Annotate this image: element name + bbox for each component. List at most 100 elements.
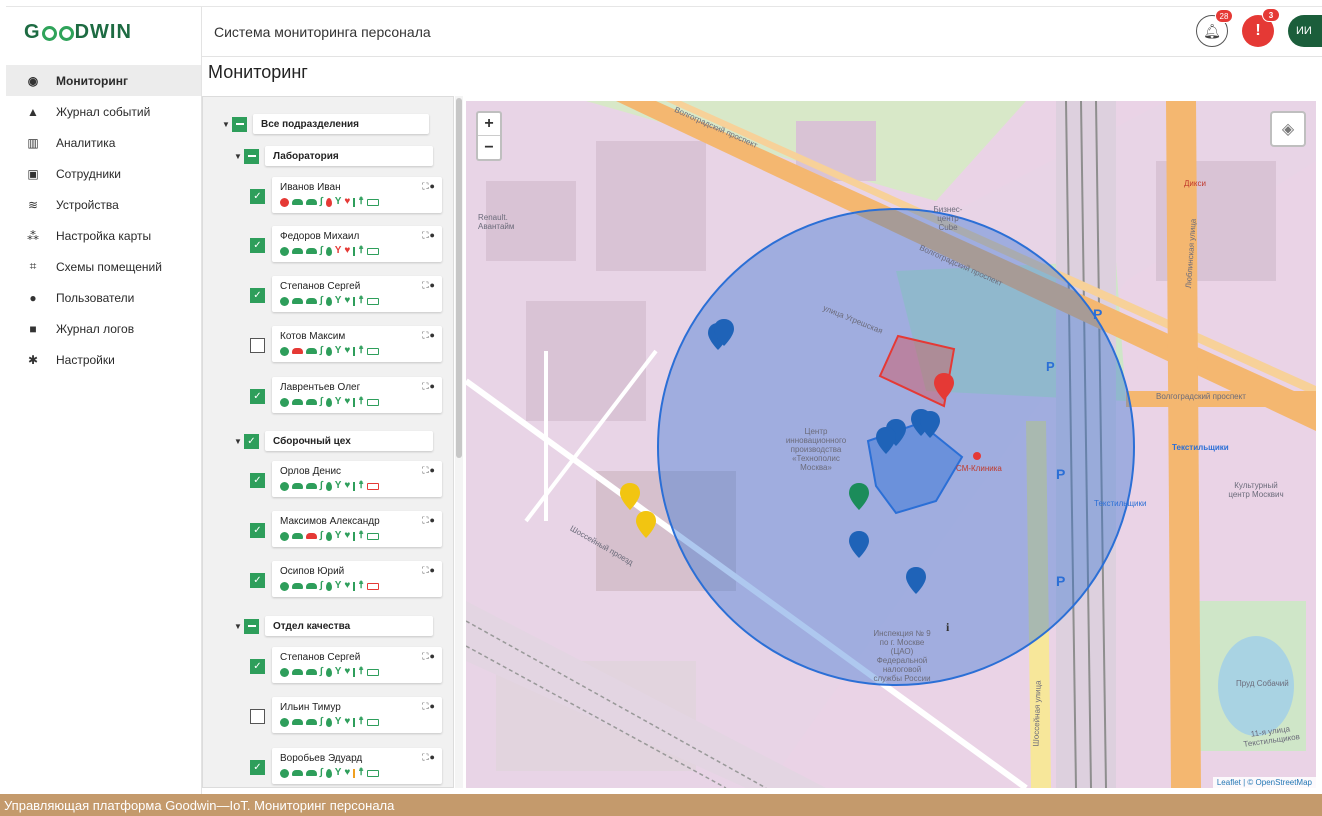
map-label-poi: Пруд Собачий xyxy=(1236,679,1289,688)
person-checkbox[interactable]: ✓ xyxy=(250,760,265,775)
sidebar-item-label: Журнал логов xyxy=(56,321,135,336)
online-icon xyxy=(280,346,289,356)
group-checkbox[interactable] xyxy=(244,148,259,164)
collapse-arrow-icon[interactable]: ▼ xyxy=(222,120,232,129)
tree-group-assembly[interactable]: ▼ ✓ Сборочный цех xyxy=(234,431,433,451)
person-checkbox[interactable]: ✓ xyxy=(250,523,265,538)
sidebar-item-label: Настройка карты xyxy=(56,228,152,243)
sidebar-item-devices[interactable]: ≋ Устройства xyxy=(6,189,201,220)
sidebar-item-label: Пользователи xyxy=(56,290,135,305)
gas-icon xyxy=(292,199,303,205)
temperature-icon: ∫ xyxy=(320,396,323,407)
map-attribution[interactable]: Leaflet | © OpenStreetMap xyxy=(1212,777,1316,788)
tree-scrollbar[interactable] xyxy=(455,96,463,788)
group-checkbox[interactable] xyxy=(244,618,259,634)
battery-icon xyxy=(366,347,379,355)
locate-person-icon[interactable]: ⛶● xyxy=(422,701,436,712)
person-name: Ильин Тимур xyxy=(280,702,341,713)
scrollbar-thumb[interactable] xyxy=(456,98,462,458)
gas-icon xyxy=(292,348,303,354)
map-label-station: Текстильщики xyxy=(1094,499,1147,508)
id-card-icon: ▣ xyxy=(27,166,39,181)
sidebar-item-employees[interactable]: ▣ Сотрудники xyxy=(6,158,201,189)
temperature-icon: ∫ xyxy=(320,345,323,356)
zoom-in-button[interactable]: + xyxy=(478,113,500,136)
floorplan-icon: ⌗ xyxy=(29,259,37,273)
zoom-out-button[interactable]: − xyxy=(478,136,500,159)
fall-icon: ☨ xyxy=(358,480,364,491)
cloud-icon xyxy=(306,199,317,205)
sidebar-item-floorplans[interactable]: ⌗ Схемы помещений xyxy=(6,251,201,282)
person-checkbox[interactable]: ✓ xyxy=(250,473,265,488)
sidebar-item-events[interactable]: ▲ Журнал событий xyxy=(6,96,201,127)
gas-icon xyxy=(292,298,303,304)
signal-icon xyxy=(353,246,356,256)
person-checkbox[interactable]: ✓ xyxy=(250,189,265,204)
collapse-arrow-icon[interactable]: ▼ xyxy=(234,622,244,631)
sidebar-item-logs[interactable]: ■ Журнал логов xyxy=(6,313,201,344)
person-card[interactable]: Воробьев Эдуард ⛶● ∫ Y ♥ ☨ xyxy=(272,748,442,784)
battery-icon xyxy=(366,718,379,726)
person-card[interactable]: Максимов Александр ⛶● ∫ Y ♥ ☨ xyxy=(272,511,442,547)
logo[interactable]: G DWIN xyxy=(6,7,201,57)
bell-icon: ▲ xyxy=(27,104,39,119)
humidity-icon xyxy=(325,768,332,778)
person-checkbox[interactable]: ✓ xyxy=(250,659,265,674)
locate-person-icon[interactable]: ⛶● xyxy=(422,181,436,192)
person-checkbox[interactable]: ✓ xyxy=(250,238,265,253)
cloud-icon xyxy=(306,583,317,589)
person-card[interactable]: Иванов Иван ⛶● ∫ Y ♥ ☨ xyxy=(272,177,442,213)
person-card[interactable]: Осипов Юрий ⛶● ∫ Y ♥ ☨ xyxy=(272,561,442,597)
tree-group-quality[interactable]: ▼ Отдел качества xyxy=(234,616,433,636)
sidebar-item-settings[interactable]: ✱ Настройки xyxy=(6,344,201,375)
avatar[interactable]: ИИ xyxy=(1288,15,1322,47)
gas-icon xyxy=(292,533,303,539)
humidity-icon xyxy=(325,397,332,407)
person-card[interactable]: Котов Максим ⛶● ∫ Y ♥ ☨ xyxy=(272,326,442,362)
person-card[interactable]: Лаврентьев Олег ⛶● ∫ Y ♥ ☨ xyxy=(272,377,442,413)
sidebar-item-users[interactable]: ● Пользователи xyxy=(6,282,201,313)
sidebar-item-label: Устройства xyxy=(56,197,119,212)
sidebar-item-label: Мониторинг xyxy=(56,73,128,88)
sidebar-item-map-settings[interactable]: ⁂ Настройка карты xyxy=(6,220,201,251)
person-checkbox[interactable]: ✓ xyxy=(250,573,265,588)
sidebar-item-analytics[interactable]: ▥ Аналитика xyxy=(6,127,201,158)
person-card[interactable]: Степанов Сергей ⛶● ∫ Y ♥ ☨ xyxy=(272,276,442,312)
tree-root[interactable]: ▼ Все подразделения xyxy=(222,114,429,134)
attribution-text[interactable]: Leaflet | © OpenStreetMap xyxy=(1217,778,1312,787)
sensor-status-icons: ∫ Y ♥ ☨ xyxy=(280,396,379,408)
collapse-arrow-icon[interactable]: ▼ xyxy=(234,152,244,161)
battery-icon xyxy=(366,769,379,777)
collapse-arrow-icon[interactable]: ▼ xyxy=(234,437,244,446)
locate-person-icon[interactable]: ⛶● xyxy=(422,330,436,341)
locate-person-icon[interactable]: ⛶● xyxy=(422,230,436,241)
person-checkbox[interactable]: ✓ xyxy=(250,288,265,303)
root-checkbox[interactable] xyxy=(232,116,247,132)
locate-person-icon[interactable]: ⛶● xyxy=(422,651,436,662)
person-card[interactable]: Ильин Тимур ⛶● ∫ Y ♥ ☨ xyxy=(272,697,442,733)
notifications-button[interactable]: 🔔︎ 28 xyxy=(1196,9,1233,47)
gear-icon: ✱ xyxy=(27,352,39,367)
locate-person-icon[interactable]: ⛶● xyxy=(422,565,436,576)
online-icon xyxy=(280,667,289,677)
sidebar-item-monitoring[interactable]: ◉ Мониторинг xyxy=(6,65,201,96)
locate-person-icon[interactable]: ⛶● xyxy=(422,752,436,763)
alerts-button[interactable]: ! 3 xyxy=(1242,8,1280,47)
locate-person-icon[interactable]: ⛶● xyxy=(422,381,436,392)
group-checkbox[interactable]: ✓ xyxy=(244,433,259,449)
person-card[interactable]: Степанов Сергей ⛶● ∫ Y ♥ ☨ xyxy=(272,647,442,683)
map-label-poi: Дикси xyxy=(1184,179,1206,188)
map[interactable]: i P P P P + − ◈ Волгоградский проспект В… xyxy=(466,101,1316,788)
person-checkbox[interactable] xyxy=(250,709,265,724)
locate-person-icon[interactable]: ⛶● xyxy=(422,280,436,291)
person-card[interactable]: Федоров Михаил ⛶● ∫ Y ♥ ☨ xyxy=(272,226,442,262)
tree-group-lab[interactable]: ▼ Лаборатория xyxy=(234,146,433,166)
person-checkbox[interactable] xyxy=(250,338,265,353)
person-checkbox[interactable]: ✓ xyxy=(250,389,265,404)
locate-person-icon[interactable]: ⛶● xyxy=(422,515,436,526)
gas-icon xyxy=(292,248,303,254)
alerts-badge: 3 xyxy=(1262,8,1280,22)
locate-person-icon[interactable]: ⛶● xyxy=(422,465,436,476)
layers-button[interactable]: ◈ xyxy=(1270,111,1306,147)
person-card[interactable]: Орлов Денис ⛶● ∫ Y ♥ ☨ xyxy=(272,461,442,497)
